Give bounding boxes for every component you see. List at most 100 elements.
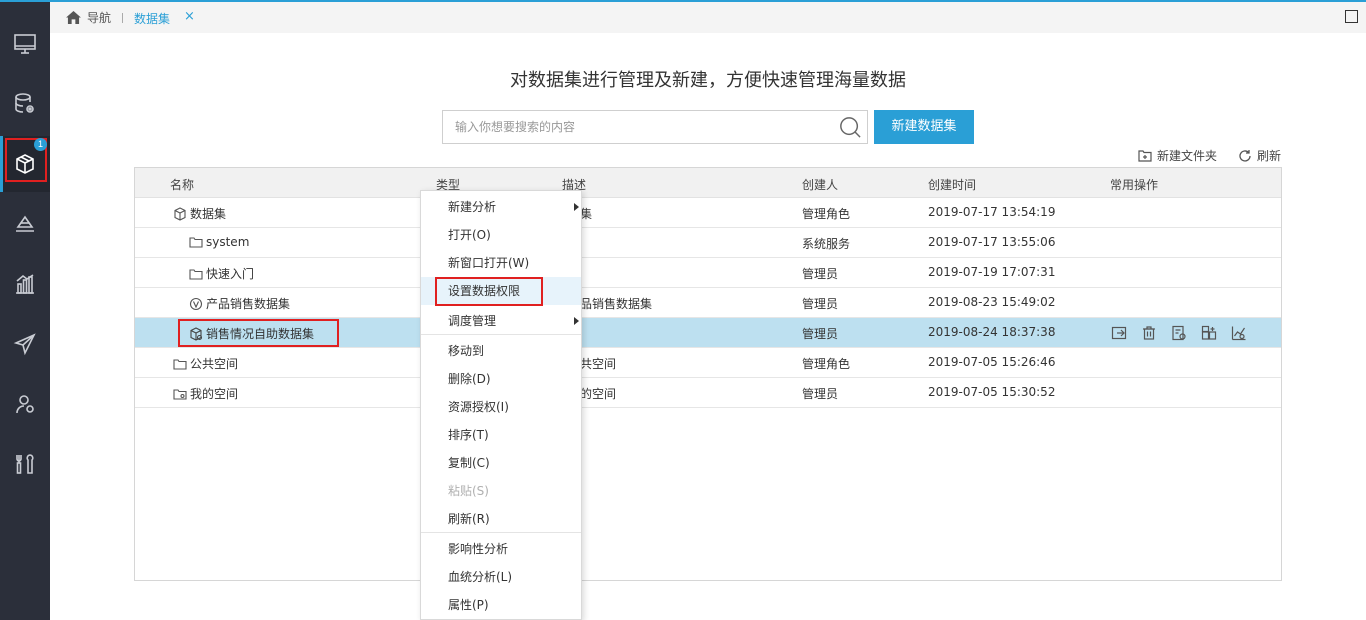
permission-icon[interactable] [1201, 325, 1217, 341]
open-icon[interactable] [1111, 325, 1127, 341]
time-cell: 2019-07-05 15:30:52 [928, 385, 1056, 399]
name-cell: 我的空间 [173, 385, 238, 402]
sidebar-item-publish[interactable] [0, 316, 50, 372]
row-operations [1111, 325, 1247, 341]
sidebar-item-user-settings[interactable] [0, 376, 50, 432]
dataset-table: 名称 类型 描述 创建人 创建时间 常用操作 数据集 集 管理角色 2019-0… [134, 167, 1282, 581]
tab-separator [122, 13, 123, 23]
sidebar-item-layers[interactable] [0, 196, 50, 252]
sidebar-item-analysis[interactable] [0, 256, 50, 312]
creator-cell: 管理员 [802, 387, 839, 401]
user-settings-icon [16, 395, 34, 414]
menu-item-sort[interactable]: 排序(T) [421, 421, 581, 449]
table-header: 名称 类型 描述 创建人 创建时间 常用操作 [135, 168, 1281, 198]
col-created-time[interactable]: 创建时间 [928, 176, 976, 193]
folder-icon [173, 358, 187, 370]
table-row[interactable]: 数据集 集 管理角色 2019-07-17 13:54:19 [135, 198, 1281, 228]
cube-icon [174, 206, 186, 221]
desc-cell: 共空间 [580, 357, 617, 371]
analysis-icon[interactable] [1231, 325, 1247, 341]
sidebar-item-tools[interactable] [0, 436, 50, 492]
new-dataset-button[interactable]: 新建数据集 [874, 110, 974, 144]
table-row[interactable]: 产品销售数据集 品销售数据集 管理员 2019-08-23 15:49:02 [135, 288, 1281, 318]
table-row-selected[interactable]: 销售情况自助数据集 管理员 2019-08-24 18:37:38 [135, 318, 1281, 348]
table-row[interactable]: system 系统服务 2019-07-17 13:55:06 [135, 228, 1281, 258]
col-operations: 常用操作 [1110, 178, 1159, 192]
sidebar-item-monitor[interactable] [0, 16, 50, 72]
menu-item-paste: 粘贴(S) [448, 484, 489, 498]
menu-item-delete[interactable]: 删除(D) [421, 365, 581, 393]
delete-icon[interactable] [1141, 325, 1157, 341]
sql-dataset-icon [189, 297, 203, 310]
table-row[interactable]: 快速入门 管理员 2019-07-19 17:07:31 [135, 258, 1281, 288]
refresh-icon [1239, 149, 1251, 162]
folder-icon [189, 268, 203, 280]
monitor-icon [14, 34, 36, 54]
home-icon [66, 11, 81, 24]
name-cell: 数据集 [173, 205, 226, 222]
page-headline: 对数据集进行管理及新建，方便快速管理海量数据 [510, 70, 906, 91]
folder-icon [189, 237, 203, 248]
tab-home[interactable]: 导航 [66, 9, 111, 26]
tools-icon [16, 454, 34, 474]
name-cell: 产品销售数据集 [189, 295, 290, 312]
sidebar-item-dataset[interactable]: 1 [0, 136, 50, 192]
layers-icon [16, 215, 34, 232]
menu-item-schedule[interactable]: 调度管理 [421, 307, 581, 335]
menu-item-properties[interactable]: 属性(P) [421, 591, 581, 619]
menu-item-resource-auth[interactable]: 资源授权(I) [421, 393, 581, 421]
tab-home-label: 导航 [87, 11, 112, 25]
submenu-arrow-icon [574, 203, 579, 211]
new-folder-label: 新建文件夹 [1157, 149, 1218, 163]
tab-dataset[interactable]: 数据集 [134, 10, 170, 27]
time-cell: 2019-07-17 13:55:06 [928, 235, 1056, 249]
table-row[interactable]: 公共空间 共空间 管理角色 2019-07-05 15:26:46 [135, 348, 1281, 378]
refresh-label: 刷新 [1257, 149, 1282, 163]
menu-item-copy[interactable]: 复制(C) [421, 449, 581, 477]
table-row[interactable]: 我的空间 的空间 管理员 2019-07-05 15:30:52 [135, 378, 1281, 408]
name-cell: 公共空间 [173, 355, 238, 372]
menu-item-lineage-analysis[interactable]: 血统分析(L) [421, 563, 581, 591]
creator-cell: 管理员 [802, 297, 839, 311]
context-menu: 新建分析 打开(O) 新窗口打开(W) 设置数据权限 调度管理 移动到 删除(D… [420, 190, 582, 620]
creator-cell: 管理角色 [802, 207, 851, 221]
name-cell: 快速入门 [189, 265, 254, 282]
time-cell: 2019-08-23 15:49:02 [928, 295, 1056, 309]
menu-item-impact-analysis[interactable]: 影响性分析 [421, 535, 581, 563]
maximize-icon[interactable] [1345, 10, 1358, 23]
tab-close-icon[interactable]: × [184, 9, 195, 24]
search-icon[interactable] [839, 116, 861, 138]
search-box [442, 110, 868, 144]
menu-item-new-analysis[interactable]: 新建分析 [421, 193, 581, 221]
menu-divider [421, 334, 581, 335]
bar-chart-icon [16, 274, 34, 294]
col-creator[interactable]: 创建人 [802, 176, 838, 193]
new-folder-button[interactable]: 新建文件夹 [1138, 147, 1217, 164]
self-service-dataset-icon [190, 326, 203, 341]
creator-cell: 管理角色 [802, 357, 851, 371]
creator-cell: 系统服务 [802, 237, 851, 251]
menu-highlight-box [435, 277, 543, 306]
new-folder-icon [1138, 150, 1152, 162]
send-icon [13, 333, 36, 356]
menu-item-open-new-window[interactable]: 新窗口打开(W) [421, 249, 581, 277]
menu-item-move-to[interactable]: 移动到 [421, 337, 581, 365]
creator-cell: 管理员 [802, 327, 839, 341]
menu-item-refresh[interactable]: 刷新(R) [421, 505, 581, 533]
menu-item-set-data-permission[interactable]: 设置数据权限 [421, 277, 581, 306]
time-cell: 2019-07-17 13:54:19 [928, 205, 1056, 219]
notification-badge: 1 [34, 138, 47, 151]
tab-bar: 导航 数据集 × [50, 2, 1366, 33]
sidebar-item-data-source[interactable] [0, 76, 50, 132]
user-folder-icon [173, 388, 187, 400]
desc-cell: 的空间 [580, 387, 617, 401]
edit-dataset-icon[interactable] [1171, 325, 1187, 341]
time-cell: 2019-08-24 18:37:38 [928, 325, 1056, 339]
search-input[interactable] [443, 111, 833, 143]
menu-item-open[interactable]: 打开(O) [421, 221, 581, 249]
col-name[interactable]: 名称 [170, 176, 194, 193]
submenu-arrow-icon [574, 317, 579, 325]
refresh-button[interactable]: 刷新 [1238, 147, 1281, 164]
name-cell: 销售情况自助数据集 [189, 325, 314, 342]
name-cell: system [189, 235, 249, 249]
